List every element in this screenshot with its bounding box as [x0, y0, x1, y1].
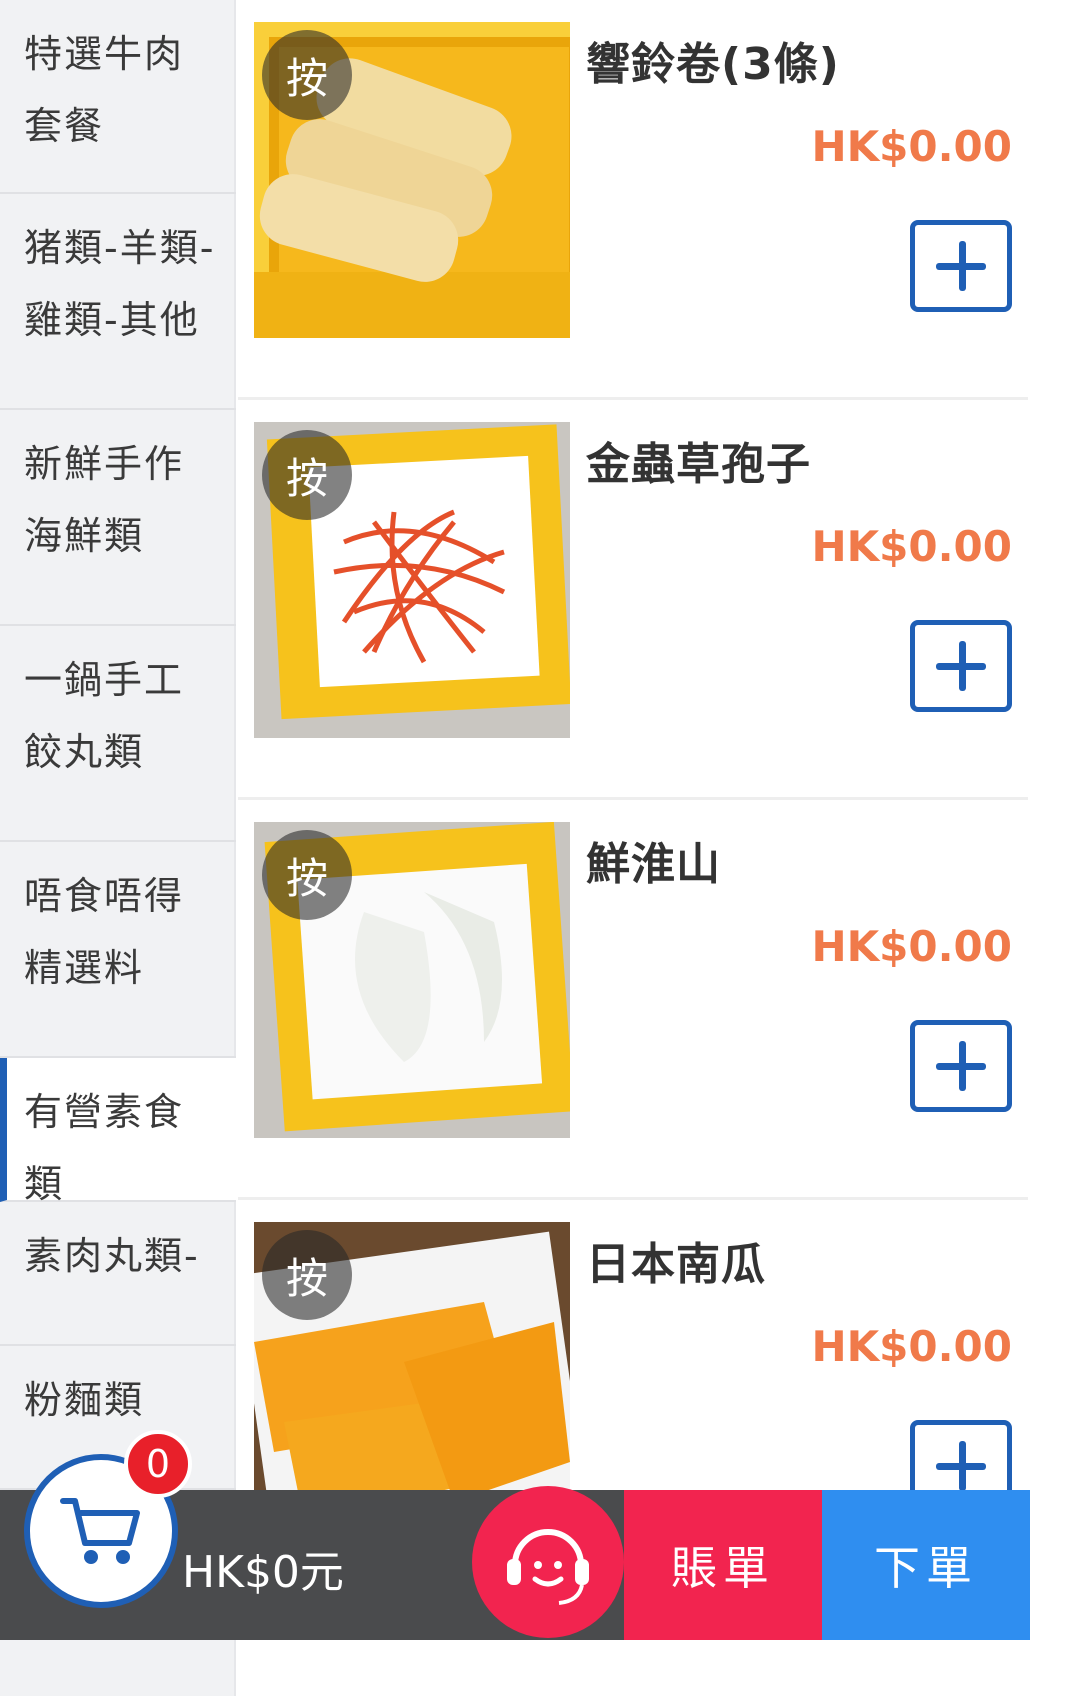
category-item-vegetarian[interactable]: 有營素食類 — [0, 1058, 236, 1206]
item-name: 日本南瓜 — [586, 1239, 766, 1290]
menu-item: 按 金蟲草孢子 HK$0.00 — [238, 400, 1028, 800]
press-label: 按 — [262, 830, 352, 920]
cart-count-badge: 0 — [124, 1430, 192, 1498]
category-label: 特選牛肉套餐 — [24, 32, 185, 148]
category-label: 猪類-羊類-雞類-其他 — [24, 226, 216, 342]
customer-service-button[interactable] — [472, 1486, 624, 1638]
item-price: HK$0.00 — [811, 922, 1012, 971]
food-image-yam[interactable]: 按 — [254, 822, 570, 1138]
food-image-cordyceps[interactable]: 按 — [254, 422, 570, 738]
place-order-button[interactable]: 下單 — [822, 1490, 1030, 1640]
category-item-veg-meatballs[interactable]: 素肉丸類- — [0, 1202, 236, 1346]
category-item-must-try[interactable]: 唔食唔得精選料 — [0, 842, 236, 1058]
menu-item: 按 響鈴卷(3條) HK$0.00 — [238, 0, 1028, 400]
category-label: 粉麵類 — [24, 1378, 145, 1422]
press-label: 按 — [262, 30, 352, 120]
food-image-tofu-skin-roll[interactable]: 按 — [254, 22, 570, 338]
add-to-cart-button[interactable] — [910, 1020, 1012, 1112]
category-label: 唔食唔得精選料 — [24, 874, 185, 990]
add-to-cart-button[interactable] — [910, 620, 1012, 712]
item-price: HK$0.00 — [811, 522, 1012, 571]
category-label: 新鮮手作海鮮類 — [24, 442, 185, 558]
cart-icon — [60, 1498, 140, 1564]
item-price: HK$0.00 — [811, 122, 1012, 171]
menu-list: 按 響鈴卷(3條) HK$0.00 按 金蟲草孢子 HK$0.00 按 鮮淮山 … — [238, 0, 1028, 1696]
headset-icon — [507, 1529, 589, 1605]
add-to-cart-button[interactable] — [910, 220, 1012, 312]
press-label: 按 — [262, 430, 352, 520]
item-price: HK$0.00 — [811, 1322, 1012, 1371]
bill-button[interactable]: 賬單 — [624, 1490, 822, 1640]
category-item-beef-set[interactable]: 特選牛肉套餐 — [0, 0, 236, 194]
cart-total: HK$0元 — [182, 1547, 344, 1598]
item-name: 金蟲草孢子 — [586, 439, 811, 490]
menu-item: 按 鮮淮山 HK$0.00 — [238, 800, 1028, 1200]
item-name: 響鈴卷(3條) — [586, 39, 840, 90]
category-item-pork-lamb-chicken[interactable]: 猪類-羊類-雞類-其他 — [0, 194, 236, 410]
item-name: 鮮淮山 — [586, 839, 721, 890]
category-label: 有營素食類 — [24, 1090, 185, 1206]
press-label: 按 — [262, 1230, 352, 1320]
category-label: 素肉丸類- — [24, 1234, 200, 1278]
bottom-action-bar: 0 HK$0元 賬單 下單 — [0, 1430, 1030, 1640]
category-sidebar: 特選牛肉套餐 猪類-羊類-雞類-其他 新鮮手作海鮮類 一鍋手工餃丸類 唔食唔得精… — [0, 0, 236, 1696]
category-label: 一鍋手工餃丸類 — [24, 658, 185, 774]
category-item-seafood[interactable]: 新鮮手作海鮮類 — [0, 410, 236, 626]
category-item-dumplings[interactable]: 一鍋手工餃丸類 — [0, 626, 236, 842]
